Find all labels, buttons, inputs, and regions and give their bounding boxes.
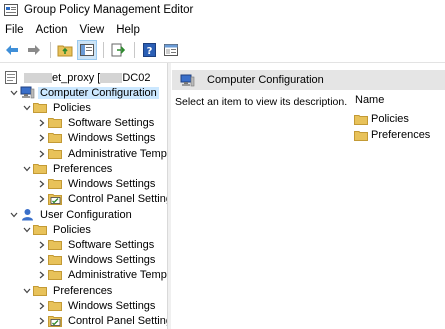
up-folder-icon bbox=[57, 45, 73, 57]
chevron-right-icon[interactable] bbox=[37, 176, 47, 191]
help-button[interactable]: ? bbox=[139, 40, 159, 60]
tree-root-label-part2: DC02 bbox=[122, 71, 151, 84]
chevron-right-icon[interactable] bbox=[37, 130, 47, 145]
pane-splitter[interactable] bbox=[167, 63, 171, 329]
folder-icon bbox=[47, 115, 63, 130]
control-panel-icon bbox=[47, 191, 63, 206]
back-arrow-icon bbox=[6, 45, 18, 55]
folder-icon bbox=[32, 100, 48, 115]
tree-item-user-administrative-templates[interactable]: Administrative Templ bbox=[37, 267, 167, 282]
gpo-editor-icon bbox=[4, 3, 18, 16]
folder-icon bbox=[47, 176, 63, 191]
tree-item-user-control-panel-settings[interactable]: Control Panel Setting bbox=[37, 313, 167, 328]
chevron-down-icon[interactable] bbox=[22, 283, 32, 298]
control-panel-icon bbox=[47, 313, 63, 328]
tree-item-user-policies[interactable]: Policies bbox=[22, 222, 93, 237]
list-item-policies[interactable]: Policies bbox=[354, 112, 409, 126]
chevron-right-icon[interactable] bbox=[37, 267, 47, 282]
tree-item-control-panel-settings[interactable]: Control Panel Setting bbox=[37, 191, 167, 206]
details-header-title: Computer Configuration bbox=[207, 74, 324, 86]
tree-item-user-pref-windows-settings[interactable]: Windows Settings bbox=[37, 298, 157, 313]
folder-icon bbox=[32, 161, 48, 176]
chevron-down-icon[interactable] bbox=[9, 207, 19, 222]
redacted-text bbox=[24, 72, 52, 83]
gpo-icon bbox=[3, 70, 19, 85]
folder-icon bbox=[47, 267, 63, 282]
redacted-text bbox=[100, 72, 123, 83]
computer-icon bbox=[19, 85, 35, 100]
folder-icon bbox=[32, 283, 48, 298]
chevron-right-icon[interactable] bbox=[37, 237, 47, 252]
tree-item-pref-windows-settings[interactable]: Windows Settings bbox=[37, 176, 157, 191]
chevron-right-icon[interactable] bbox=[37, 298, 47, 313]
properties-button[interactable] bbox=[161, 40, 181, 60]
tree-item-preferences[interactable]: Preferences bbox=[22, 161, 114, 176]
export-list-button[interactable] bbox=[108, 40, 128, 60]
chevron-down-icon[interactable] bbox=[22, 222, 32, 237]
tree-root-label-part1: et_proxy [ bbox=[52, 71, 101, 84]
tree-item-user-software-settings[interactable]: Software Settings bbox=[37, 237, 156, 252]
details-header: Computer Configuration bbox=[172, 70, 445, 90]
toolbar-separator bbox=[134, 42, 135, 58]
toolbar-divider bbox=[0, 62, 445, 63]
chevron-right-icon[interactable] bbox=[37, 191, 47, 206]
folder-icon bbox=[32, 222, 48, 237]
chevron-right-icon[interactable] bbox=[37, 252, 47, 267]
export-list-icon bbox=[111, 43, 125, 57]
toolbar-separator bbox=[50, 42, 51, 58]
tree-item-windows-settings[interactable]: Windows Settings bbox=[37, 130, 157, 145]
toolbar-separator bbox=[103, 42, 104, 58]
folder-icon bbox=[354, 130, 368, 141]
svg-text:?: ? bbox=[146, 46, 152, 57]
chevron-down-icon[interactable] bbox=[9, 85, 19, 100]
menu-file[interactable]: File bbox=[0, 24, 30, 36]
list-item-label: Preferences bbox=[371, 129, 431, 141]
list-item-label: Policies bbox=[371, 113, 409, 125]
chevron-down-icon[interactable] bbox=[22, 161, 32, 176]
show-hide-tree-button[interactable] bbox=[77, 40, 97, 60]
properties-icon bbox=[164, 44, 178, 56]
menu-help[interactable]: Help bbox=[110, 24, 146, 36]
chevron-right-icon[interactable] bbox=[37, 146, 47, 161]
chevron-down-icon[interactable] bbox=[22, 100, 32, 115]
toolbar: ? bbox=[0, 39, 445, 61]
menu-view[interactable]: View bbox=[74, 24, 111, 36]
folder-icon bbox=[47, 237, 63, 252]
name-column-header[interactable]: Name bbox=[355, 94, 384, 106]
tree-root-gpo[interactable]: et_proxy [ DC02 bbox=[3, 70, 152, 85]
up-one-level-button[interactable] bbox=[55, 40, 75, 60]
tree-item-software-settings[interactable]: Software Settings bbox=[37, 115, 156, 130]
help-icon: ? bbox=[142, 43, 156, 57]
folder-icon bbox=[47, 298, 63, 313]
tree-item-user-configuration[interactable]: User Configuration bbox=[9, 207, 134, 222]
console-tree[interactable]: et_proxy [ DC02 Computer Configuration Po… bbox=[0, 68, 167, 329]
title-bar: Group Policy Management Editor bbox=[0, 0, 445, 19]
folder-icon bbox=[47, 252, 63, 267]
description-text: Select an item to view its description. bbox=[175, 96, 348, 108]
computer-icon bbox=[180, 74, 195, 87]
window-title: Group Policy Management Editor bbox=[24, 3, 194, 16]
tree-item-administrative-templates[interactable]: Administrative Templ bbox=[37, 146, 167, 161]
menu-bar: File Action View Help bbox=[0, 21, 445, 39]
user-icon bbox=[19, 207, 35, 222]
tree-item-user-windows-settings[interactable]: Windows Settings bbox=[37, 252, 157, 267]
forward-button[interactable] bbox=[24, 40, 44, 60]
forward-arrow-icon bbox=[28, 45, 40, 55]
tree-item-computer-configuration[interactable]: Computer Configuration bbox=[9, 85, 159, 100]
back-button[interactable] bbox=[2, 40, 22, 60]
folder-icon bbox=[47, 130, 63, 145]
tree-item-policies[interactable]: Policies bbox=[22, 100, 93, 115]
show-hide-tree-icon bbox=[80, 44, 94, 56]
tree-item-user-preferences[interactable]: Preferences bbox=[22, 283, 114, 298]
menu-action[interactable]: Action bbox=[30, 24, 74, 36]
folder-icon bbox=[354, 114, 368, 125]
chevron-right-icon[interactable] bbox=[37, 313, 47, 328]
folder-icon bbox=[47, 146, 63, 161]
list-item-preferences[interactable]: Preferences bbox=[354, 128, 430, 142]
chevron-right-icon[interactable] bbox=[37, 115, 47, 130]
